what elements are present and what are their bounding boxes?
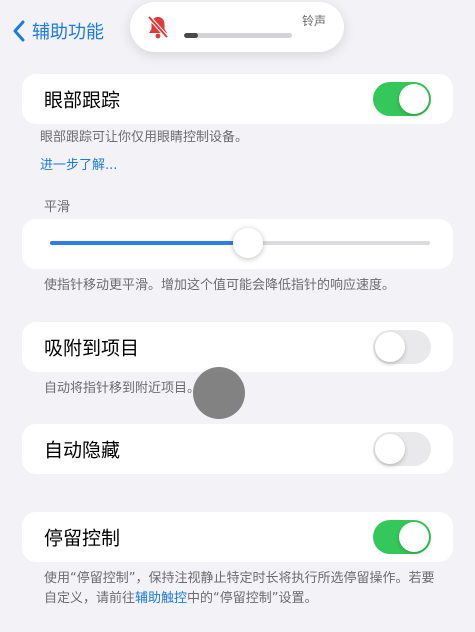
volume-bar-fill <box>184 33 199 38</box>
dwell-description-text-end: 中的“停留控制”设置。 <box>187 591 318 606</box>
volume-hud: 铃声 <box>130 2 344 52</box>
volume-bar <box>184 33 292 38</box>
eye-tracking-toggle[interactable] <box>373 82 431 116</box>
back-button[interactable]: 辅助功能 <box>12 16 104 46</box>
auto-hide-label: 自动隐藏 <box>44 439 121 462</box>
dwell-control-label: 停留控制 <box>44 527 121 550</box>
dwell-control-description: 使用“停留控制”，保持注视静止特定时长将执行所选停留操作。若要自定义，请前往辅助… <box>44 569 439 609</box>
auto-hide-row[interactable]: 自动隐藏 <box>22 424 453 474</box>
toggle-knob <box>399 84 429 114</box>
eye-tracking-row[interactable]: 眼部跟踪 <box>22 74 453 124</box>
toggle-knob <box>399 522 429 552</box>
eye-tracking-label: 眼部跟踪 <box>44 89 121 112</box>
toggle-knob <box>375 434 405 464</box>
toggle-knob <box>375 332 405 362</box>
auto-hide-toggle[interactable] <box>373 432 431 466</box>
snap-to-item-toggle[interactable] <box>373 330 431 364</box>
dwell-control-row[interactable]: 停留控制 <box>22 512 453 562</box>
bell-slash-icon <box>147 15 169 39</box>
gaze-pointer <box>193 367 245 419</box>
assistive-touch-link[interactable]: 辅助触控 <box>135 591 187 606</box>
smoothing-section-title: 平滑 <box>44 200 71 215</box>
smoothing-slider-card <box>22 219 453 269</box>
volume-label: 铃声 <box>301 14 327 28</box>
slider-thumb[interactable] <box>232 228 263 258</box>
dwell-control-toggle[interactable] <box>373 520 431 554</box>
back-label: 辅助功能 <box>32 22 104 43</box>
chevron-left-icon <box>13 20 25 42</box>
smoothing-slider[interactable] <box>50 228 430 258</box>
learn-more-link[interactable]: 进一步了解... <box>40 156 117 176</box>
eye-tracking-description: 眼部跟踪可让你仅用眼睛控制设备。 <box>40 130 249 145</box>
slider-fill <box>50 241 248 245</box>
snap-to-item-label: 吸附到项目 <box>44 337 140 360</box>
snap-to-item-row[interactable]: 吸附到项目 <box>22 322 453 372</box>
smoothing-description: 使指针移动更平滑。增加这个值可能会降低指针的响应速度。 <box>44 278 396 293</box>
